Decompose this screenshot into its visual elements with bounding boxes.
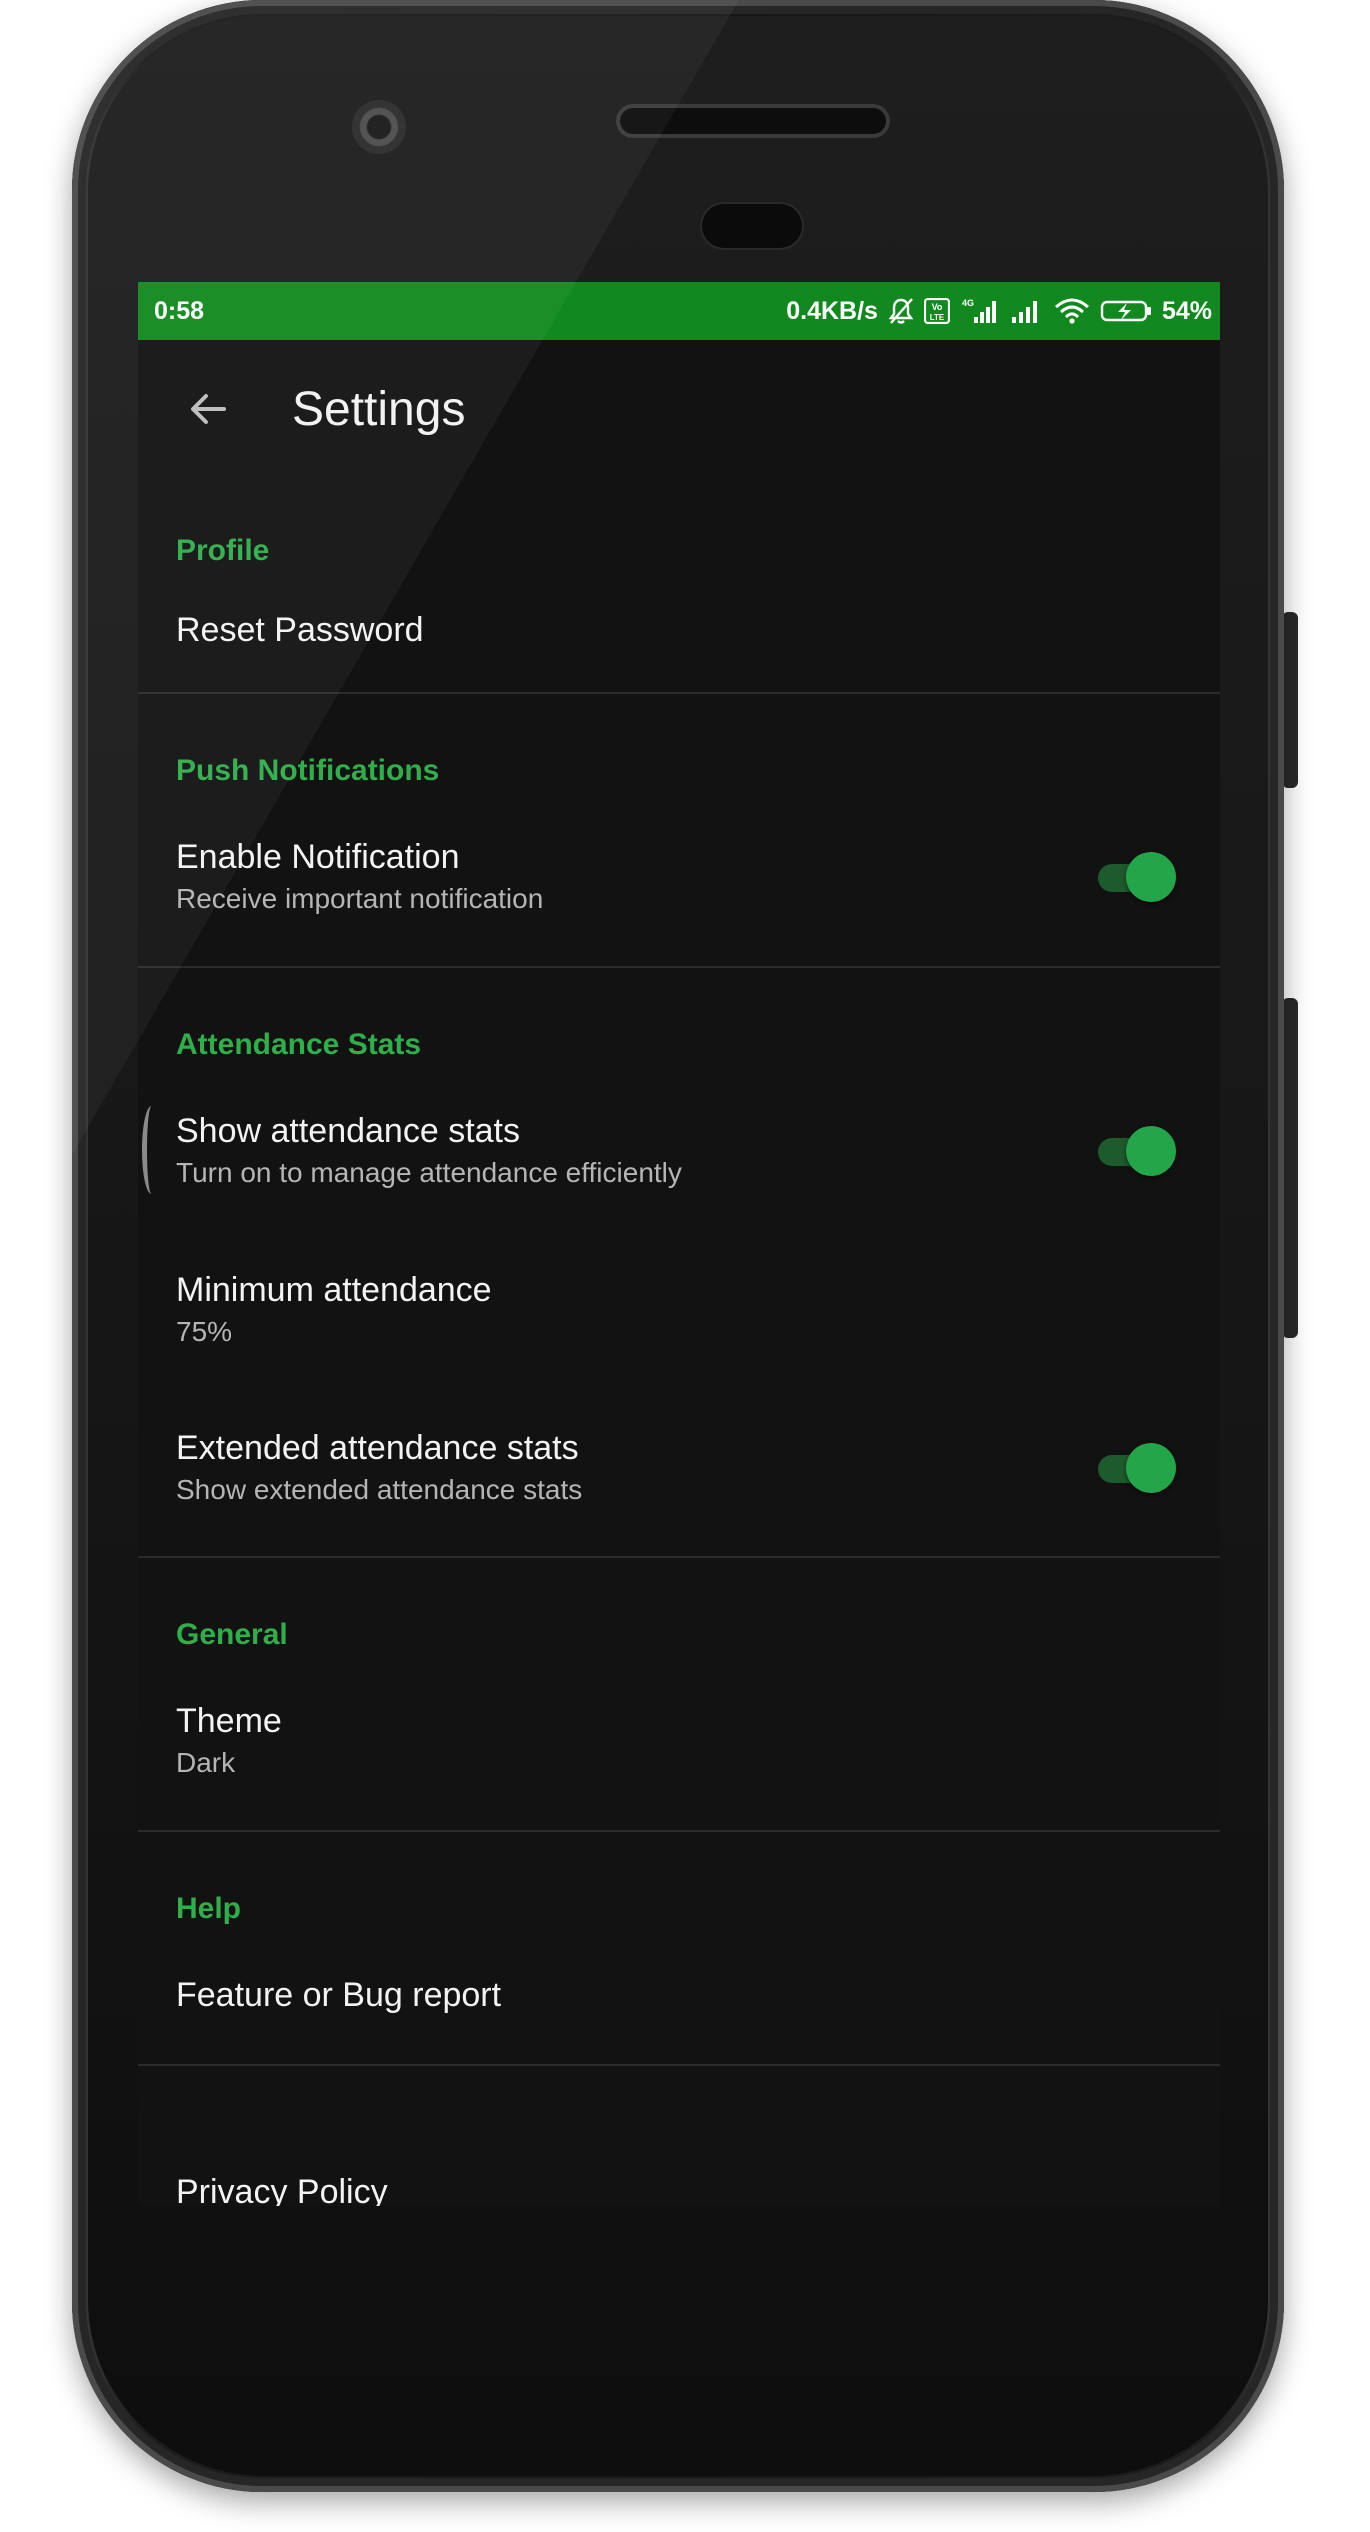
pref-summary: Show extended attendance stats: [176, 1474, 583, 1505]
proximity-sensor: [702, 204, 802, 248]
extended-attendance-stats-item[interactable]: Extended attendance stats Show extended …: [138, 1380, 1220, 1556]
section-profile: Profile Reset Password: [138, 478, 1220, 694]
pref-summary: Turn on to manage attendance efficiently: [176, 1157, 682, 1188]
app-bar: Settings: [138, 340, 1220, 478]
battery-charging-icon: [1100, 297, 1152, 325]
svg-text:LTE: LTE: [930, 313, 945, 322]
show-attendance-stats-item[interactable]: Show attendance stats Turn on to manage …: [138, 1062, 1220, 1240]
reset-password-item[interactable]: Reset Password: [138, 568, 1220, 692]
signal-icon: [1010, 297, 1044, 325]
pref-title: Extended attendance stats: [176, 1429, 579, 1467]
privacy-policy-item[interactable]: Privacy Policy: [138, 2162, 1220, 2206]
earpiece-speaker: [620, 108, 886, 134]
theme-item[interactable]: Theme Dark: [138, 1652, 1220, 1830]
section-header-attendance: Attendance Stats: [176, 1028, 422, 1061]
minimum-attendance-item[interactable]: Minimum attendance 75%: [138, 1240, 1220, 1380]
pref-title: Feature or Bug report: [176, 1976, 502, 2014]
status-bar: 0:58 0.4KB/s Vo LTE 4G 54%: [138, 282, 1220, 340]
pref-summary: Dark: [176, 1747, 236, 1778]
section-more: Privacy Policy: [138, 2066, 1220, 2206]
section-help: Help Feature or Bug report: [138, 1832, 1220, 2066]
edge-swipe-indicator: [142, 1106, 161, 1194]
section-push-notifications: Push Notifications Enable Notification R…: [138, 694, 1220, 968]
status-time: 0:58: [154, 296, 205, 325]
pref-summary: 75%: [176, 1316, 233, 1347]
section-general: General Theme Dark: [138, 1558, 1220, 1832]
volte-icon: Vo LTE: [923, 298, 950, 324]
extended-attendance-stats-toggle[interactable]: [1096, 1441, 1176, 1495]
section-header-profile: Profile: [176, 534, 270, 567]
arrow-left-icon: [191, 394, 226, 424]
section-header-help: Help: [176, 1892, 242, 1925]
battery-percentage: 54%: [1161, 296, 1212, 325]
power-button: [1282, 612, 1298, 788]
pref-title: Show attendance stats: [176, 1112, 521, 1150]
signal-4g-icon: 4G: [960, 297, 1000, 325]
show-attendance-stats-toggle[interactable]: [1096, 1124, 1176, 1178]
feature-bug-report-item[interactable]: Feature or Bug report: [138, 1926, 1220, 2064]
page-title: Settings: [292, 382, 466, 436]
muted-bell-icon: [888, 297, 914, 325]
app-screen: 0:58 0.4KB/s Vo LTE 4G 54% Settings Prof…: [138, 282, 1220, 2206]
section-header-general: General: [176, 1618, 288, 1651]
front-camera: [352, 100, 406, 154]
pref-title: Reset Password: [176, 611, 424, 649]
network-speed: 0.4KB/s: [786, 296, 878, 325]
volume-button: [1282, 998, 1298, 1338]
pref-title: Enable Notification: [176, 838, 460, 876]
pref-title: Minimum attendance: [176, 1271, 492, 1309]
pref-title: Theme: [176, 1702, 282, 1740]
wifi-icon: [1054, 297, 1090, 325]
section-attendance-stats: Attendance Stats Show attendance stats T…: [138, 968, 1220, 1558]
enable-notification-item[interactable]: Enable Notification Receive important no…: [138, 788, 1220, 966]
back-button[interactable]: [166, 367, 250, 451]
section-header-push: Push Notifications: [176, 754, 440, 787]
enable-notification-toggle[interactable]: [1096, 850, 1176, 904]
pref-summary: Receive important notification: [176, 883, 544, 914]
svg-text:Vo: Vo: [932, 302, 943, 312]
status-icons: 0.4KB/s Vo LTE 4G 54%: [786, 297, 1212, 326]
pref-title: Privacy Policy: [176, 2173, 388, 2206]
svg-text:4G: 4G: [962, 298, 974, 308]
